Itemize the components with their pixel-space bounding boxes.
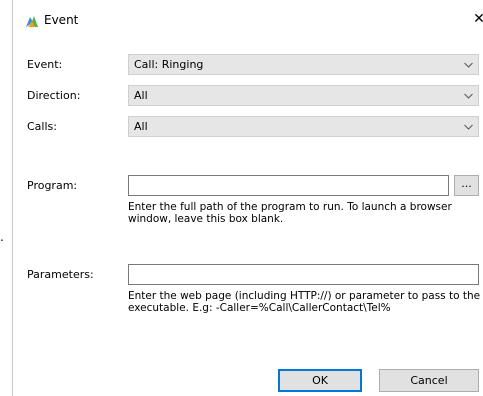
direction-select-value: All [134, 89, 148, 102]
ok-button[interactable]: OK [278, 369, 362, 392]
parameters-input[interactable] [128, 264, 479, 285]
program-help-text: Enter the full path of the program to ru… [128, 201, 452, 225]
cancel-button[interactable]: Cancel [379, 369, 479, 392]
parameters-help-text: Enter the web page (including HTTP://) o… [128, 290, 481, 314]
program-input[interactable] [128, 175, 449, 196]
stray-text: . [0, 230, 4, 244]
program-label: Program: [27, 179, 78, 192]
browse-button[interactable]: ... [454, 175, 479, 196]
title-bar: Event ✕ [13, 0, 483, 38]
direction-label: Direction: [27, 89, 81, 102]
chevron-down-icon [464, 93, 473, 99]
event-app-icon [24, 13, 40, 29]
chevron-down-icon [464, 62, 473, 68]
window-title: Event [44, 13, 79, 27]
calls-select-value: All [134, 120, 148, 133]
event-select-value: Call: Ringing [134, 58, 204, 71]
event-label: Event: [27, 58, 63, 71]
parameters-label: Parameters: [27, 268, 94, 281]
chevron-down-icon [464, 124, 473, 130]
event-dialog: Event ✕ Event: Call: Ringing Direction: … [12, 0, 483, 396]
calls-select[interactable]: All [128, 116, 479, 137]
event-select[interactable]: Call: Ringing [128, 54, 479, 75]
close-icon[interactable]: ✕ [472, 11, 483, 27]
direction-select[interactable]: All [128, 85, 479, 106]
calls-label: Calls: [27, 120, 57, 133]
